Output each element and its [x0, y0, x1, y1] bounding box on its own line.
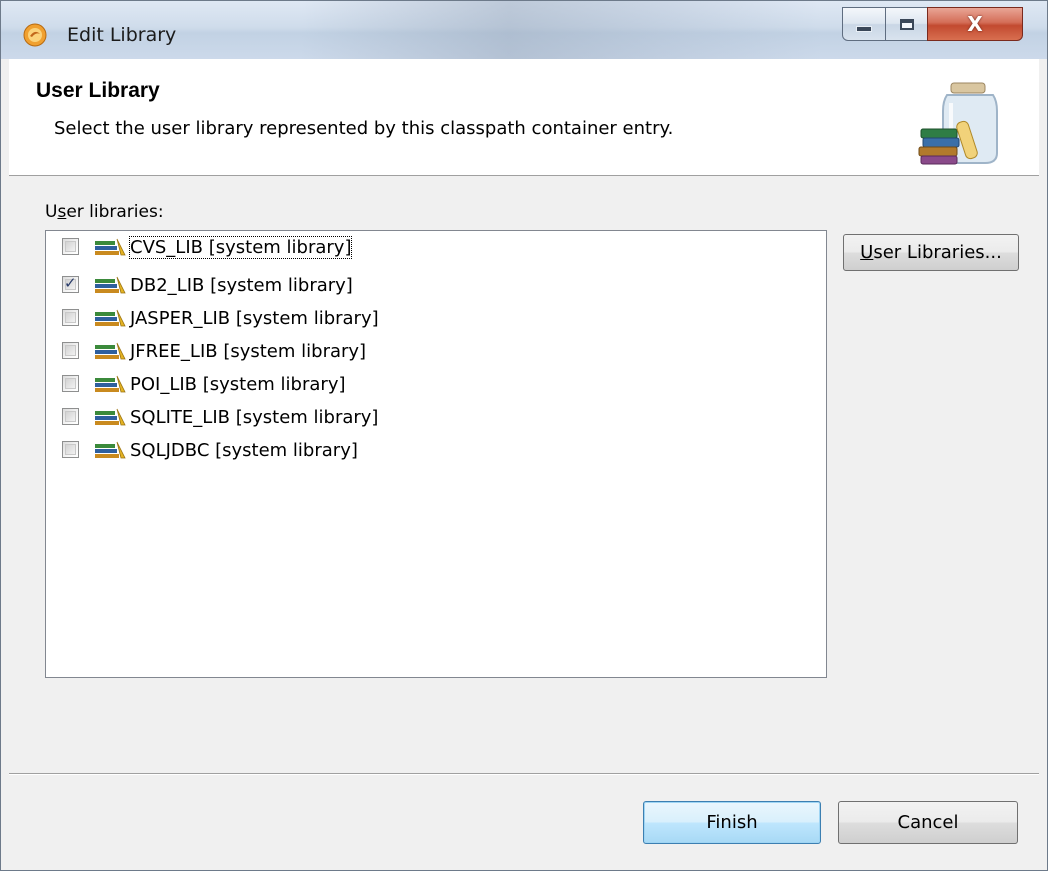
maximize-icon: [899, 18, 914, 30]
library-label: CVS_LIB [system library]: [128, 236, 353, 259]
list-item[interactable]: SQLJDBC [system library]: [46, 434, 826, 466]
library-icon: [95, 375, 126, 393]
close-button[interactable]: X: [927, 7, 1023, 41]
library-label: POI_LIB [system library]: [130, 374, 346, 395]
library-checkbox[interactable]: [62, 238, 79, 255]
library-label: SQLJDBC [system library]: [130, 440, 358, 461]
minimize-icon: [856, 26, 872, 32]
user-libraries-label: User libraries:: [45, 202, 164, 222]
wizard-banner: User Library Select the user library rep…: [9, 59, 1039, 176]
button-bar-separator: [9, 773, 1039, 775]
list-item[interactable]: ✓ DB2_LIB [system library]: [46, 269, 826, 301]
minimize-button[interactable]: [842, 7, 886, 41]
library-icon: [95, 441, 126, 459]
library-label: JFREE_LIB [system library]: [130, 341, 367, 362]
finish-button[interactable]: Finish: [643, 801, 821, 844]
library-checkbox[interactable]: [62, 408, 79, 425]
list-item[interactable]: CVS_LIB [system library]: [46, 231, 826, 263]
edit-library-dialog: Edit Library X User Library Select the u…: [0, 0, 1048, 871]
cancel-button[interactable]: Cancel: [838, 801, 1018, 844]
user-libraries-button[interactable]: User Libraries...: [843, 234, 1019, 271]
banner-description: Select the user library represented by t…: [54, 118, 674, 139]
library-checkbox[interactable]: [62, 309, 79, 326]
library-label: SQLITE_LIB [system library]: [130, 407, 379, 428]
window-title: Edit Library: [67, 24, 177, 46]
library-checkbox[interactable]: [62, 342, 79, 359]
user-libraries-list[interactable]: CVS_LIB [system library] ✓ DB2_LIB [syst…: [45, 230, 827, 678]
title-bar[interactable]: Edit Library X: [1, 1, 1047, 59]
eclipse-app-icon: [23, 23, 47, 47]
library-label: JASPER_LIB [system library]: [130, 308, 379, 329]
list-item[interactable]: SQLITE_LIB [system library]: [46, 401, 826, 433]
library-checkbox[interactable]: [62, 441, 79, 458]
list-item[interactable]: JFREE_LIB [system library]: [46, 335, 826, 367]
list-item[interactable]: JASPER_LIB [system library]: [46, 302, 826, 334]
library-icon: [95, 238, 126, 256]
library-checkbox[interactable]: [62, 375, 79, 392]
maximize-button[interactable]: [885, 7, 928, 41]
banner-title: User Library: [36, 79, 160, 102]
library-checkbox[interactable]: ✓: [62, 274, 79, 293]
list-item[interactable]: POI_LIB [system library]: [46, 368, 826, 400]
close-icon: X: [967, 12, 983, 36]
library-jar-icon: [918, 82, 998, 165]
library-icon: [95, 408, 126, 426]
library-icon: [95, 276, 126, 294]
library-icon: [95, 342, 126, 360]
checkmark-icon: ✓: [64, 274, 77, 292]
library-icon: [95, 309, 126, 327]
library-label: DB2_LIB [system library]: [130, 275, 353, 296]
title-bar-glare: [301, 1, 821, 59]
